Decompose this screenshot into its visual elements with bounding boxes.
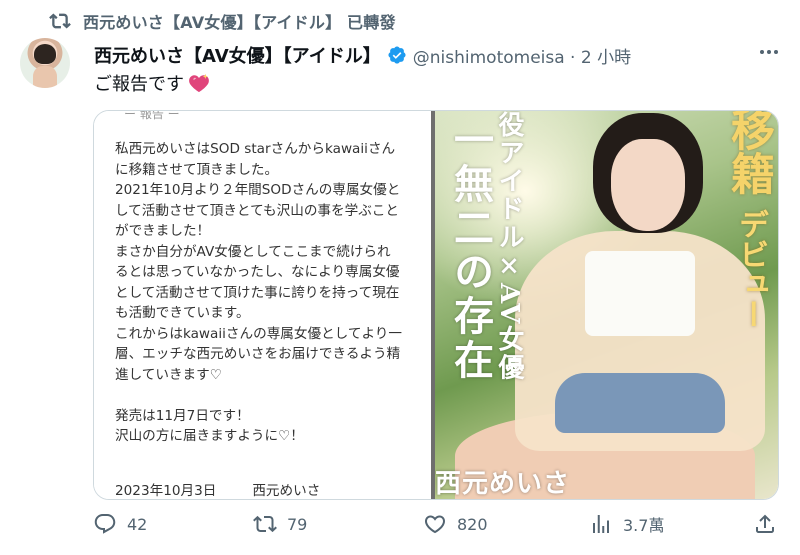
- letter-top-mark: ー 報告 ー: [124, 110, 180, 121]
- tweet-header: 西元めいさ【AV女優】【アイドル】 @nishimotomeisa · 2 小時: [94, 42, 631, 68]
- views-chart-icon: [593, 515, 609, 533]
- views-count: 3.7萬: [623, 516, 665, 535]
- letter-line: 発売は11月7日です！: [115, 407, 250, 424]
- letter-line: して活動させて頂きとても沢山の事を学ぶこと: [115, 202, 399, 219]
- retweet-icon: [253, 515, 277, 533]
- letter-line: も活動できています。: [115, 305, 250, 321]
- poster-actress-name: 西元めいさ: [435, 469, 571, 499]
- share-button[interactable]: [753, 512, 777, 536]
- letter-body: 私西元めいさはSOD starさんからkawaiiさん に移籍させて頂きました。…: [115, 139, 420, 447]
- like-button[interactable]: 820: [423, 512, 488, 536]
- letter-signature: 2023年10月3日 西元めいさ: [115, 479, 356, 499]
- author-name[interactable]: 西元めいさ【AV女優】【アイドル】: [94, 42, 381, 68]
- announcement-letter: ー 報告 ー 私西元めいさはSOD starさんからkawaiiさん に移籍させ…: [94, 111, 435, 499]
- letter-date: 2023年10月3日: [115, 483, 217, 499]
- share-icon: [756, 514, 774, 533]
- heart-icon: [424, 515, 446, 534]
- letter-line: 層、エッチな西元めいさをお届けできるよう精: [115, 346, 401, 362]
- tweet-media-image[interactable]: ー 報告 ー 私西元めいさはSOD starさんからkawaiiさん に移籍させ…: [93, 110, 779, 500]
- verified-badge-icon: [388, 46, 406, 64]
- retweet-label[interactable]: 西元めいさ【AV女優】【アイドル】 已轉發: [83, 9, 396, 33]
- retweet-button[interactable]: 79: [253, 512, 307, 536]
- letter-line: 進していきます♡: [115, 366, 222, 383]
- reply-count: 42: [127, 514, 148, 534]
- letter-line: [115, 385, 420, 406]
- like-count: 820: [457, 514, 488, 534]
- letter-line: これからはkawaiiさんの専属女優としてより一: [115, 325, 402, 342]
- letter-line: ができました！: [115, 223, 211, 239]
- author-handle-time[interactable]: @nishimotomeisa · 2 小時: [413, 43, 631, 68]
- letter-line: として活動させて頂けた事に誇りを持って現在: [115, 284, 400, 301]
- retweet-icon: [49, 13, 71, 29]
- debut-poster: 役アイドル×AV女優 一無二の存在 移籍 デビュー 西元めいさ: [435, 111, 778, 499]
- reply-icon: [94, 514, 116, 534]
- letter-signer: 西元めいさ: [252, 483, 321, 499]
- poster-debut-big: 移籍: [723, 111, 774, 195]
- letter-line: に移籍させて頂きました。: [115, 161, 279, 178]
- retweet-header: 西元めいさ【AV女優】【アイドル】 已轉發: [47, 8, 396, 34]
- tweet-text-content: ご報告です: [94, 74, 184, 95]
- tweet-actions: 42 79 820 3.7萬: [93, 512, 783, 542]
- poster-debut-small: デビュー: [733, 209, 768, 329]
- tweet-text: ご報告です: [94, 70, 210, 96]
- poster-title-line2: 一無二の存在: [447, 119, 494, 383]
- letter-line: 2021年10月より２年間SODさんの専属女優と: [115, 182, 401, 198]
- avatar[interactable]: [20, 38, 70, 88]
- letter-line: まさか自分がAV女優としてここまで続けられ: [115, 243, 391, 260]
- sparkling-heart-icon: [189, 73, 209, 93]
- views-button[interactable]: 3.7萬: [589, 512, 664, 536]
- letter-line: るとは思っていなかったし、なにより専属女優: [115, 264, 400, 280]
- letter-line: 私西元めいさはSOD starさんからkawaiiさん: [115, 141, 396, 157]
- letter-line: 沢山の方に届きますように♡！: [115, 428, 304, 444]
- retweet-count: 79: [287, 514, 308, 534]
- more-options-icon[interactable]: [754, 40, 784, 64]
- reply-button[interactable]: 42: [93, 512, 147, 536]
